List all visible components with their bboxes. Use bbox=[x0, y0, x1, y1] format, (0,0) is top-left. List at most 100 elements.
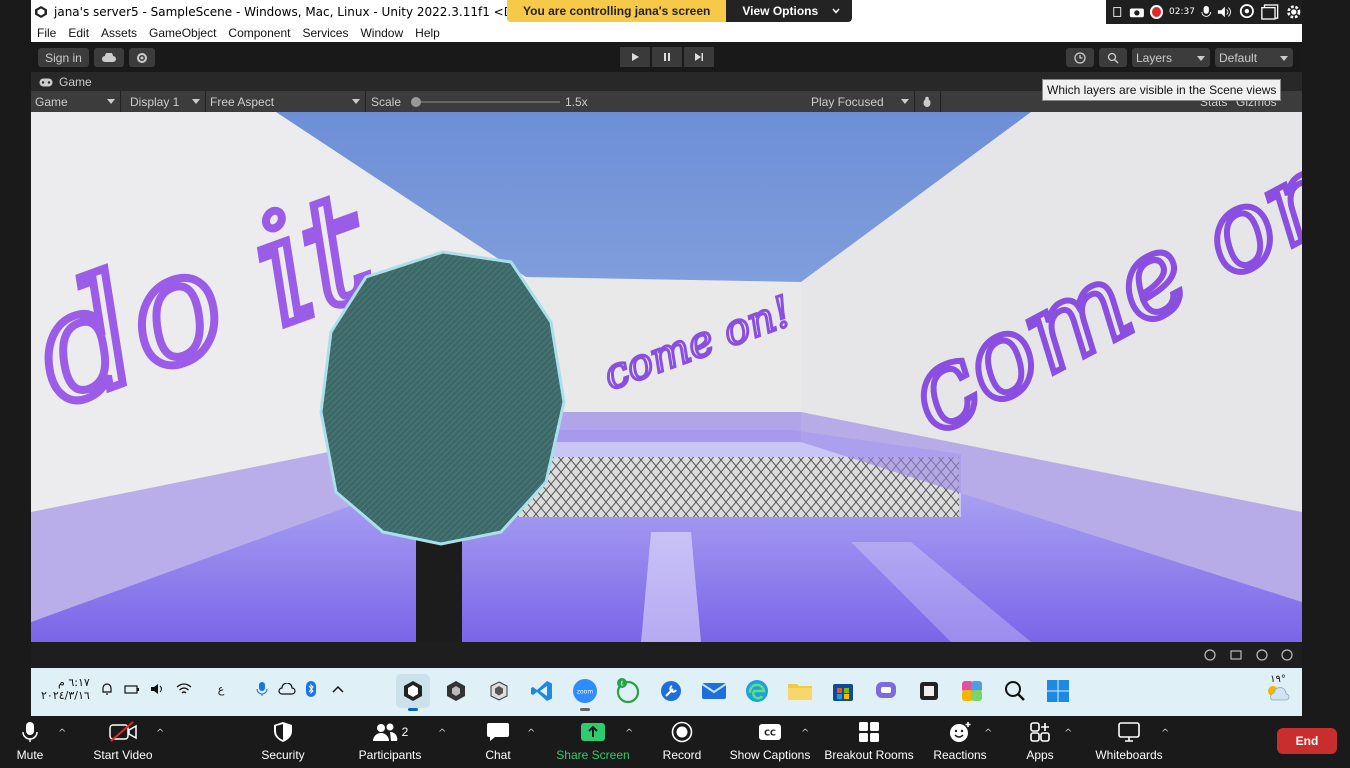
mute-button[interactable]: Mute bbox=[10, 716, 50, 768]
taskbar-copilot[interactable] bbox=[955, 674, 989, 708]
bluetooth-icon[interactable] bbox=[306, 681, 317, 697]
menu-window[interactable]: Window bbox=[354, 26, 409, 40]
cloud-button[interactable] bbox=[94, 48, 124, 67]
chevron-up-icon[interactable]: ^ bbox=[527, 728, 535, 739]
clock[interactable]: ٦:١٧ م ٢٠٢٤/٣/١٦ bbox=[41, 676, 90, 702]
zoom-icon: zoom bbox=[573, 679, 597, 703]
menu-edit[interactable]: Edit bbox=[62, 26, 95, 40]
menu-help[interactable]: Help bbox=[409, 26, 446, 40]
screenshot-icon[interactable] bbox=[1112, 5, 1123, 19]
play-controls bbox=[620, 47, 714, 67]
chevron-up-icon[interactable]: ^ bbox=[438, 728, 446, 739]
taskbar-tools[interactable] bbox=[654, 674, 688, 708]
system-tray: ٦:١٧ م ٢٠٢٤/٣/١٦ ع bbox=[41, 676, 344, 702]
chevron-up-icon[interactable]: ^ bbox=[1064, 728, 1072, 739]
start-video-button[interactable]: Start Video bbox=[88, 716, 158, 768]
menu-gameobject[interactable]: GameObject bbox=[143, 26, 222, 40]
whiteboards-button[interactable]: Whiteboards bbox=[1092, 716, 1166, 768]
zoom-icon-label: zoom bbox=[577, 689, 593, 696]
bell-icon[interactable] bbox=[100, 682, 114, 696]
taskbar-unity-hub[interactable] bbox=[439, 674, 473, 708]
taskbar-search[interactable] bbox=[998, 674, 1032, 708]
sign-in-button[interactable]: Sign in bbox=[38, 48, 89, 67]
weather-temp: ١٩° bbox=[1270, 674, 1286, 685]
show-captions-button[interactable]: CC Show Captions bbox=[729, 716, 811, 768]
taskbar-teams[interactable] bbox=[869, 674, 903, 708]
taskbar-zoom[interactable]: zoom bbox=[568, 674, 602, 711]
recording-icon[interactable] bbox=[1150, 5, 1164, 19]
apps-icon bbox=[1030, 722, 1050, 742]
window-icon[interactable] bbox=[1261, 3, 1279, 21]
microphone-icon[interactable] bbox=[256, 681, 268, 697]
chevron-up-icon[interactable]: ^ bbox=[801, 728, 809, 739]
taskbar-edge[interactable] bbox=[740, 674, 774, 708]
taskbar-unity[interactable] bbox=[396, 674, 430, 711]
record-button[interactable]: Record bbox=[660, 716, 704, 768]
wifi-icon[interactable] bbox=[176, 682, 192, 696]
chat-button[interactable]: Chat bbox=[478, 716, 518, 768]
camera-icon[interactable] bbox=[1129, 5, 1145, 19]
taskbar-store[interactable] bbox=[826, 674, 860, 708]
end-meeting-button[interactable]: End bbox=[1277, 728, 1337, 754]
scene-visibility-icon[interactable] bbox=[1203, 648, 1293, 662]
volume-icon[interactable] bbox=[150, 682, 166, 696]
shared-screen[interactable]: jana's server5 - SampleScene - Windows, … bbox=[31, 0, 1302, 716]
webcam-icon[interactable] bbox=[1239, 3, 1255, 21]
gear-icon[interactable] bbox=[1285, 2, 1303, 22]
speaker-icon[interactable] bbox=[1217, 5, 1233, 19]
display-dropdown[interactable]: Display 1 bbox=[126, 91, 206, 112]
settings-button[interactable] bbox=[129, 48, 155, 67]
chevron-up-icon[interactable]: ^ bbox=[156, 728, 164, 739]
zoom-meeting-controls: Mute ^ Start Video ^ Security 2 Particip… bbox=[0, 716, 1350, 768]
taskbar-snipping[interactable] bbox=[912, 674, 946, 708]
breakout-rooms-button[interactable]: Breakout Rooms bbox=[824, 716, 914, 768]
chevron-up-icon[interactable] bbox=[332, 685, 344, 693]
microphone-icon bbox=[22, 722, 38, 742]
scale-slider-track[interactable] bbox=[414, 101, 560, 103]
pause-button[interactable] bbox=[652, 47, 682, 67]
menu-file[interactable]: File bbox=[31, 26, 62, 40]
play-button[interactable] bbox=[620, 47, 650, 67]
scale-slider-thumb[interactable] bbox=[411, 97, 421, 107]
play-focused-label: Play Focused bbox=[811, 94, 884, 109]
menu-component[interactable]: Component bbox=[222, 26, 296, 40]
battery-icon[interactable] bbox=[124, 682, 140, 696]
game-view[interactable]: come on! come on! do it bbox=[31, 112, 1302, 642]
chevron-up-icon[interactable]: ^ bbox=[58, 728, 66, 739]
onedrive-cloud-icon[interactable] bbox=[278, 683, 296, 695]
apps-button[interactable]: Apps bbox=[1020, 716, 1060, 768]
aspect-dropdown[interactable]: Free Aspect bbox=[206, 91, 366, 112]
step-button[interactable] bbox=[684, 47, 714, 67]
taskbar-mail[interactable] bbox=[697, 674, 731, 708]
share-screen-button[interactable]: Share Screen bbox=[555, 716, 631, 768]
game-mode-dropdown[interactable]: Game bbox=[31, 91, 121, 112]
chevron-up-icon[interactable]: ^ bbox=[984, 728, 992, 739]
chevron-up-icon[interactable]: ^ bbox=[625, 728, 633, 739]
search-button[interactable] bbox=[1099, 48, 1127, 67]
language-indicator[interactable]: ع bbox=[218, 683, 225, 696]
chevron-up-icon[interactable]: ^ bbox=[1161, 728, 1169, 739]
svg-text:CC: CC bbox=[764, 729, 776, 738]
layout-dropdown[interactable]: Default bbox=[1215, 48, 1293, 67]
reactions-button[interactable]: Reactions bbox=[932, 716, 988, 768]
layers-dropdown[interactable]: Layers bbox=[1132, 48, 1210, 67]
bug-icon bbox=[923, 96, 931, 107]
store-icon bbox=[833, 684, 853, 701]
menu-assets[interactable]: Assets bbox=[95, 26, 143, 40]
microphone-icon[interactable] bbox=[1201, 4, 1212, 20]
menu-services[interactable]: Services bbox=[296, 26, 354, 40]
debug-button[interactable] bbox=[917, 91, 941, 112]
security-button[interactable]: Security bbox=[253, 716, 313, 768]
participants-button[interactable]: 2 Participants bbox=[353, 716, 427, 768]
taskbar-vscode[interactable] bbox=[525, 674, 559, 708]
play-focused-dropdown[interactable]: Play Focused bbox=[807, 91, 915, 112]
taskbar-start[interactable] bbox=[1041, 674, 1075, 708]
weather-widget[interactable]: ١٩° bbox=[1264, 674, 1292, 704]
chevron-down-icon bbox=[192, 99, 200, 104]
taskbar-file-explorer[interactable] bbox=[783, 674, 817, 708]
taskbar-unity-app[interactable] bbox=[482, 674, 516, 708]
taskbar-whatsapp[interactable]: ٤ bbox=[611, 674, 645, 708]
view-options-button[interactable]: View Options bbox=[726, 0, 853, 22]
history-button[interactable] bbox=[1066, 48, 1094, 67]
control-message: You are controlling jana's screen bbox=[507, 0, 727, 22]
